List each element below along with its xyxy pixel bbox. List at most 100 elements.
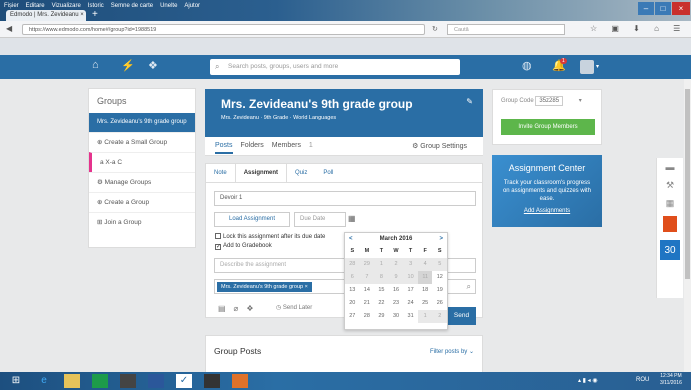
tray-icons[interactable]: ▴ ▮ ◂ ◉ — [578, 377, 598, 384]
tab-note[interactable]: Note — [206, 164, 235, 182]
calendar-day[interactable]: 26 — [432, 297, 447, 310]
send-button[interactable]: Send — [447, 307, 476, 325]
url-input[interactable]: https://www.edmodo.com/home#/group?id=19… — [22, 24, 425, 35]
sidebar-item-selected-group[interactable]: Mrs. Zevideanu's 9th grade group — [89, 113, 195, 132]
site-search-input[interactable]: Search posts, groups, users and more — [210, 59, 460, 75]
firefox-icon[interactable] — [232, 374, 248, 388]
wrench-icon[interactable]: ⚒ — [657, 176, 683, 194]
sidebar-item-join-group[interactable]: ⊞ Join a Group — [89, 212, 195, 232]
tab-assignment[interactable]: Assignment — [234, 164, 288, 182]
assignment-title-input[interactable]: Devoir 1 — [214, 191, 476, 206]
calendar-day[interactable]: 15 — [374, 284, 389, 297]
calendar-day[interactable]: 31 — [403, 310, 418, 323]
calendar-day[interactable]: 7 — [359, 271, 375, 284]
load-assignment-button[interactable]: Load Assignment — [214, 212, 290, 227]
add-assignments-link[interactable]: Add Assignments — [502, 208, 592, 214]
app-icon[interactable]: ✓ — [176, 374, 192, 388]
calendar-day[interactable]: 25 — [418, 297, 433, 310]
gradebook-checkbox[interactable]: ✓ Add to Gradebook — [215, 243, 272, 250]
calendar-icon[interactable]: ▦ — [348, 214, 356, 223]
calendar-day[interactable]: 2 — [432, 310, 448, 323]
calendar-day[interactable]: 24 — [403, 297, 418, 310]
clock[interactable]: 12:34 PM 3/11/2016 — [660, 373, 682, 387]
calendar-day[interactable]: 30 — [389, 310, 404, 323]
calendar-day[interactable]: 27 — [345, 310, 360, 323]
tab-folders[interactable]: Folders — [240, 142, 263, 149]
tab-poll[interactable]: Poll — [315, 164, 341, 182]
maximize-button[interactable]: □ — [655, 2, 671, 15]
scrollbar-thumb[interactable] — [685, 89, 690, 279]
calendar-day[interactable]: 22 — [374, 297, 389, 310]
calendar-day[interactable]: 3 — [403, 258, 418, 271]
progress-icon[interactable]: ⚡ — [121, 59, 135, 72]
media-icon[interactable] — [120, 374, 136, 388]
calendar-day[interactable]: 14 — [360, 284, 375, 297]
prev-month-icon[interactable]: < — [349, 233, 353, 245]
office-icon[interactable] — [657, 212, 683, 236]
store-icon[interactable] — [92, 374, 108, 388]
chevron-down-icon[interactable]: ▾ — [579, 98, 582, 104]
menu-tools[interactable]: Unelte — [160, 3, 177, 9]
menu-help[interactable]: Ajutor — [184, 3, 200, 9]
calendar-day[interactable]: 5 — [432, 258, 448, 271]
menu-edit[interactable]: Editare — [26, 3, 45, 9]
calendar-day[interactable]: 28 — [345, 258, 360, 271]
reload-icon[interactable]: ↻ — [432, 25, 438, 33]
new-tab-icon[interactable]: + — [92, 9, 98, 20]
avatar[interactable] — [580, 60, 594, 74]
due-date-input[interactable]: Due Date — [294, 212, 346, 227]
calendar-day[interactable]: 13 — [345, 284, 360, 297]
tab-quiz[interactable]: Quiz — [287, 164, 315, 182]
calendar-day[interactable]: 1 — [374, 258, 389, 271]
invite-members-button[interactable]: Invite Group Members — [501, 119, 595, 135]
page-scrollbar[interactable] — [684, 79, 691, 372]
calendar-day[interactable]: 6 — [345, 271, 360, 284]
tab-posts[interactable]: Posts — [215, 142, 233, 154]
minimize-button[interactable]: – — [638, 2, 654, 15]
calendar-day[interactable]: 21 — [360, 297, 375, 310]
language-indicator[interactable]: ROU — [636, 377, 649, 383]
tab-members[interactable]: Members 1 — [272, 142, 319, 149]
apps-grid-icon[interactable]: ▦ — [657, 194, 683, 212]
menu-file[interactable]: Fișier — [4, 3, 19, 9]
windows-start-icon[interactable]: ⊞ — [8, 374, 24, 388]
home-icon[interactable]: ⌂ — [92, 59, 99, 71]
sidebar-item-create-small-group[interactable]: ⊕ Create a Small Group — [89, 132, 195, 152]
close-window-button[interactable]: × — [672, 2, 690, 15]
calendar-day[interactable]: 12 — [432, 271, 447, 284]
recipient-chip[interactable]: Mrs. Zevideanu's 9th grade group × — [217, 282, 312, 292]
toolbar-icons[interactable]: ☆ ▣ ⬇ ⌂ ☰ — [590, 24, 686, 33]
calendar-day[interactable]: 18 — [418, 284, 433, 297]
edit-pencil-icon[interactable]: ✎ — [466, 97, 473, 106]
word-icon[interactable] — [148, 374, 164, 388]
send-later-button[interactable]: ◷ Send Later — [276, 304, 312, 311]
calendar-day[interactable]: 8 — [374, 271, 389, 284]
browser-search-input[interactable]: Caută — [447, 24, 565, 35]
filter-posts-button[interactable]: Filter posts by ⌄ — [430, 348, 474, 355]
sidebar-item-manage-groups[interactable]: ⚙ Manage Groups — [89, 172, 195, 192]
calendar-day[interactable]: 29 — [374, 310, 389, 323]
calendar-day[interactable]: 19 — [432, 284, 447, 297]
calendar-app-icon[interactable]: 30 — [657, 236, 683, 262]
calendar-day[interactable]: 4 — [417, 258, 433, 271]
file-explorer-icon[interactable] — [64, 374, 80, 388]
backpack-icon[interactable]: ◍ — [522, 59, 532, 72]
calendar-day[interactable]: 9 — [388, 271, 404, 284]
next-month-icon[interactable]: > — [439, 233, 443, 245]
group-code[interactable]: 35z285 — [535, 96, 564, 106]
library-icon[interactable]: ❖ — [148, 59, 158, 72]
menu-bookmarks[interactable]: Semne de carte — [111, 3, 153, 9]
chevron-down-icon[interactable]: ▾ — [596, 63, 599, 70]
sidebar-item-a-x-a-c[interactable]: a X-a C — [89, 152, 195, 172]
calendar-day[interactable]: 17 — [403, 284, 418, 297]
calendar-day[interactable]: 10 — [403, 271, 418, 284]
calendar-day[interactable]: 16 — [389, 284, 404, 297]
menu-view[interactable]: Vizualizare — [52, 3, 81, 9]
calendar-day[interactable]: 28 — [360, 310, 375, 323]
hp-icon[interactable] — [204, 374, 220, 388]
attachment-icons[interactable]: ▤⌀❖ — [218, 304, 262, 313]
trash-icon[interactable]: ▬ — [657, 158, 683, 176]
browser-tab[interactable]: Edmodo | Mrs. Zevideanu × — [6, 10, 86, 21]
calendar-day-today[interactable]: 11 — [417, 271, 433, 284]
calendar-day[interactable]: 20 — [345, 297, 360, 310]
